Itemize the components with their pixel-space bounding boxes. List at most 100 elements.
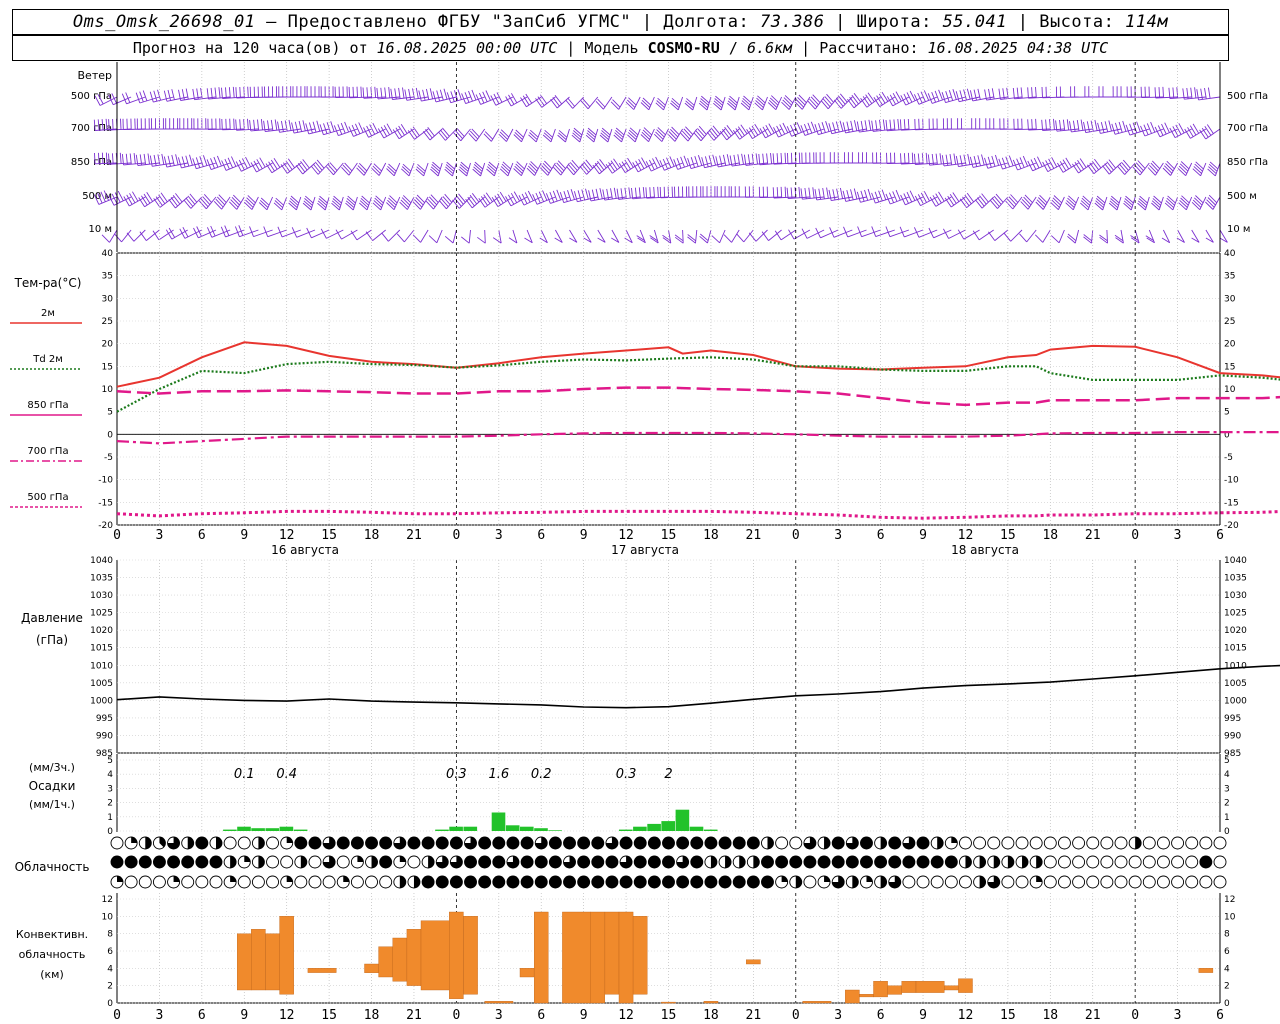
cloud-symbol [761,855,774,869]
wind-barb-flag [628,129,638,138]
wind-barb-flag [612,99,621,108]
wind-level-700hpa: 700 гПа [71,123,112,134]
cloud-symbol [548,855,562,869]
cloud-symbol [930,875,944,889]
wind-barb-flag [1154,87,1157,99]
wind-barb [772,186,796,199]
cloud-circle [563,875,576,889]
cloud-symbol [662,836,675,850]
wind-barb-flag [726,125,734,135]
cloud-symbol [619,855,633,869]
wind-barb-flag [542,190,548,201]
cloud-symbol [1199,836,1213,850]
wind-barb-flag [1010,194,1019,203]
wind-barb [319,121,344,136]
wind-barb-staff [731,229,740,243]
wind-barb [1164,195,1179,211]
wind-barb-flag [114,233,122,243]
wind-barb-flag [329,162,338,171]
wind-barb-staff [1026,229,1037,243]
cloud-symbol [1086,855,1100,869]
conv-tick-left: 8 [107,930,113,940]
wind-barb-flag [649,187,651,199]
cloud-circle [1142,875,1156,889]
cloud-symbol [973,855,987,869]
wind-barb-staff [480,162,486,177]
cloud-symbol [563,875,576,889]
wind-barb-flag [657,186,659,198]
cloud-symbol [152,855,166,869]
wind-barb-flag [171,154,175,166]
wind-barb [1207,161,1221,177]
conv-tick-right: 6 [1224,947,1230,957]
wind-barb-flag [953,153,957,165]
time-tick-label-bottom: 6 [877,1008,885,1023]
cloud-fill [1007,856,1014,868]
wind-barb-flag [227,157,234,168]
cloud-symbol [365,836,378,850]
wind-barb [221,118,245,131]
wind-barb-flag [570,189,575,200]
wind-barb-flag [595,188,599,200]
time-tick-label-bottom: 0 [452,1008,460,1023]
wind-barb-flag [258,202,268,211]
wind-barb-flag [895,189,901,201]
wind-barb-flag [541,165,550,174]
wind-barb-flag [643,127,653,136]
cloud-symbol [1029,875,1043,889]
pressure-tick-left: 1035 [90,574,113,584]
wind-barb-flag [360,86,362,98]
wind-barb-flag [358,122,364,133]
wind-barb-flag [429,88,434,99]
wind-barb-flag [1022,155,1029,167]
cloud-symbol [1029,855,1043,869]
wind-barb-flag [1194,87,1197,99]
cloud-fill [258,837,265,849]
cloud-symbol [251,836,265,850]
wind-barb [674,229,684,244]
wind-barb-flag [485,90,491,101]
wind-barb-flag [955,91,960,102]
cloud-circle [138,855,152,869]
wind-barb-flag [774,230,782,241]
wind-barb-flag [444,193,453,203]
wind-barb-flag [770,153,773,164]
wind-barb-flag [847,98,855,109]
cloud-symbol [379,875,393,889]
wind-barb-flag [540,94,548,104]
wind-barb-flag [381,232,389,242]
wind-barb-flag [168,199,176,209]
cloud-circle [449,836,463,850]
wind-barb-flag [1136,121,1141,132]
cloud-symbol [1072,855,1086,869]
precip-bar [223,829,237,831]
temp-tick-right: -15 [1224,498,1239,508]
wind-barb-flag [669,156,675,167]
wind-barb-flag [422,131,431,141]
wind-barb-flag [1178,202,1187,211]
time-tick-label: 9 [240,528,248,543]
wind-barb-flag [399,201,408,210]
cloud-symbol [577,855,591,869]
cloud-circle [690,836,704,850]
cloud-symbol [577,875,591,889]
wind-barb-flag [1129,123,1134,135]
cloud-symbol [746,836,760,850]
cloud-fill [187,837,194,849]
wind-barb [833,93,853,109]
wind-barb [1178,195,1193,211]
cloud-symbol [831,875,845,889]
wind-barb-staff [587,96,599,110]
cloud-symbol [421,875,435,889]
wind-barb [554,229,563,243]
wind-barb [640,96,655,111]
wind-barb-flag [694,156,699,167]
wind-barb-flag [404,89,408,101]
wind-barb-flag [1020,87,1023,99]
wind-barb [386,195,401,211]
wind-barb [1050,229,1065,244]
cloud-circle [1086,855,1100,869]
wind-barb-staff [1074,229,1080,244]
wind-barb-staff [296,196,302,211]
wind-barb-flag [690,157,696,168]
